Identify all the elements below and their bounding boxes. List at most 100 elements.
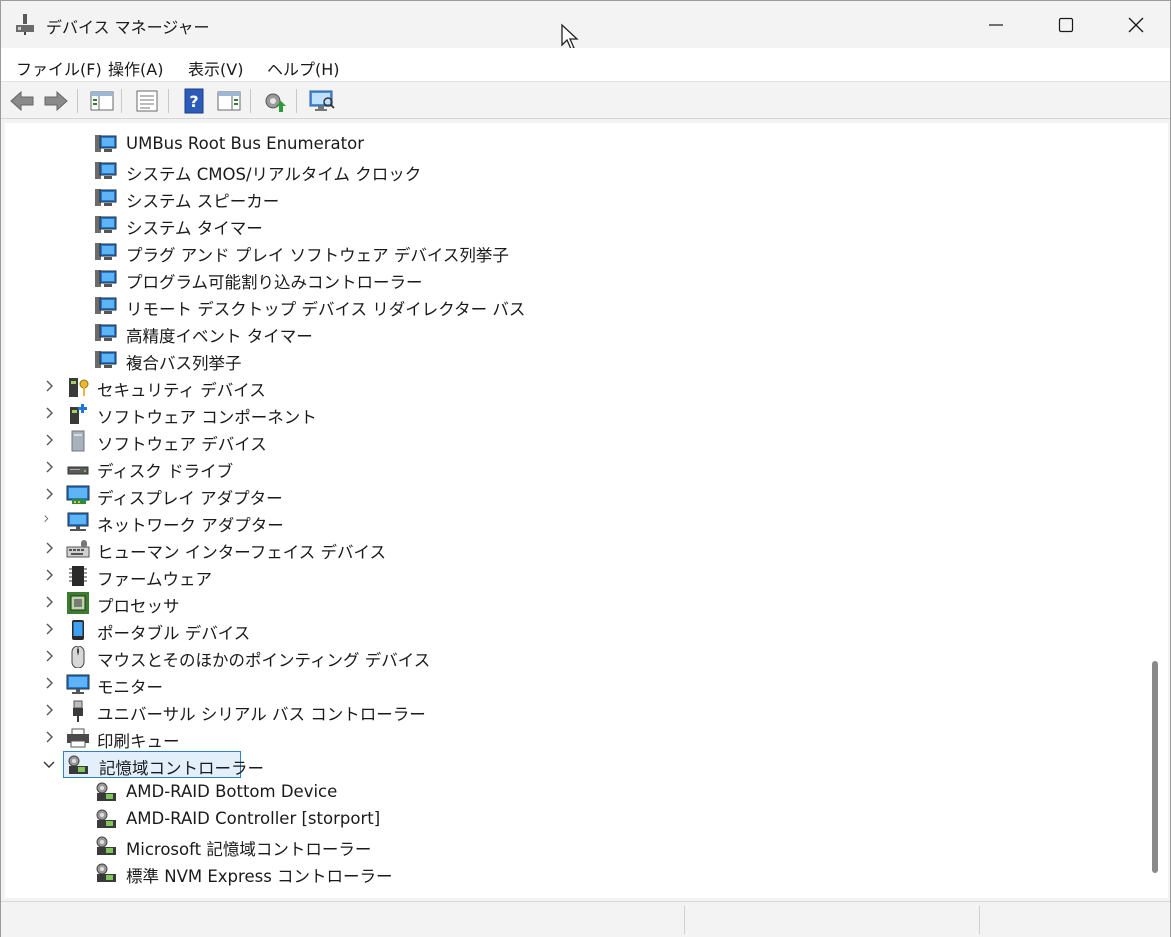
menu-bar: ファイル(F) 操作(A) 表示(V) ヘルプ(H) <box>1 48 1170 82</box>
tree-item[interactable]: システム スピーカー <box>5 184 1144 211</box>
chevron-right-icon[interactable] <box>42 379 56 393</box>
scan-hardware-button[interactable] <box>307 86 337 116</box>
tree-item[interactable]: プラグ アンド プレイ ソフトウェア デバイス列挙子 <box>5 238 1144 265</box>
tree-category-human-interface-devices[interactable]: ヒューマン インターフェイス デバイス <box>5 535 1144 562</box>
processor-icon <box>67 592 89 614</box>
chevron-right-icon[interactable] <box>42 568 56 582</box>
tree-item[interactable]: プログラム可能割り込みコントローラー <box>5 265 1144 292</box>
chevron-down-icon[interactable] <box>42 757 56 771</box>
scrollbar-thumb[interactable] <box>1152 661 1158 873</box>
chevron-right-icon[interactable] <box>42 487 56 501</box>
system-device-icon <box>95 270 117 287</box>
show-hide-console-tree-button[interactable] <box>87 86 117 116</box>
tree-item-label: ソフトウェア デバイス <box>97 435 267 454</box>
network-adapter-icon <box>67 512 89 531</box>
tree-category-security-devices[interactable]: セキュリティ デバイス <box>5 373 1144 400</box>
vertical-scrollbar[interactable] <box>1144 123 1168 898</box>
menu-action[interactable]: 操作(A) <box>108 56 163 80</box>
help-button[interactable]: ? <box>179 86 209 116</box>
tree-item-label: システム CMOS/リアルタイム クロック <box>126 165 422 184</box>
storage-controller-icon <box>96 836 116 855</box>
device-manager-icon <box>16 14 34 35</box>
scan-hardware-icon <box>309 90 335 111</box>
status-pane <box>979 906 1169 934</box>
update-driver-icon <box>265 93 286 112</box>
chevron-right-icon[interactable] <box>42 595 56 609</box>
tree-item-label: ヒューマン インターフェイス デバイス <box>97 543 387 562</box>
chevron-right-icon[interactable] <box>42 433 56 447</box>
toolbar-separator <box>121 89 122 113</box>
tree-item-label: AMD-RAID Controller [storport] <box>126 809 381 828</box>
forward-button[interactable] <box>41 86 71 116</box>
tree-item[interactable]: 複合バス列挙子 <box>5 346 1144 373</box>
action-pane-button[interactable] <box>214 86 244 116</box>
tree-item-label: モニター <box>97 678 163 697</box>
menu-file[interactable]: ファイル(F) <box>16 56 102 80</box>
tree-item[interactable]: 高精度イベント タイマー <box>5 319 1144 346</box>
close-button[interactable] <box>1101 1 1171 48</box>
tree-category-firmware[interactable]: ファームウェア <box>5 562 1144 589</box>
tree-item-label: 高精度イベント タイマー <box>126 327 313 346</box>
tree-category-software-components[interactable]: ソフトウェア コンポーネント <box>5 400 1144 427</box>
tree-item[interactable]: AMD-RAID Bottom Device <box>5 778 1144 805</box>
chevron-right-icon[interactable] <box>42 514 56 528</box>
tree-item[interactable]: システム CMOS/リアルタイム クロック <box>5 157 1144 184</box>
chevron-right-icon[interactable] <box>42 676 56 690</box>
tree-item-label: リモート デスクトップ デバイス リダイレクター バス <box>126 300 526 319</box>
tree-item-label: ディスク ドライブ <box>97 462 234 481</box>
tree-item[interactable]: リモート デスクトップ デバイス リダイレクター バス <box>5 292 1144 319</box>
chevron-right-icon[interactable] <box>42 541 56 555</box>
tree-category-print-queues[interactable]: 印刷キュー <box>5 724 1144 751</box>
tree-category-usb-controllers[interactable]: ユニバーサル シリアル バス コントローラー <box>5 697 1144 724</box>
tree-item[interactable]: AMD-RAID Controller [storport] <box>5 805 1144 832</box>
menu-help[interactable]: ヘルプ(H) <box>267 56 340 80</box>
tree-category-processors[interactable]: プロセッサ <box>5 589 1144 616</box>
tree-item[interactable]: Microsoft 記憶域コントローラー <box>5 832 1144 859</box>
chevron-right-icon[interactable] <box>42 703 56 717</box>
tree-item-label: ポータブル デバイス <box>97 624 251 643</box>
toolbar-separator <box>77 89 78 113</box>
firmware-icon <box>69 566 87 586</box>
maximize-button[interactable] <box>1031 1 1101 48</box>
system-device-icon <box>95 351 117 368</box>
chevron-right-icon[interactable] <box>42 460 56 474</box>
properties-button[interactable] <box>132 86 162 116</box>
tree-category-disk-drives[interactable]: ディスク ドライブ <box>5 454 1144 481</box>
tree-category-mice[interactable]: マウスとそのほかのポインティング デバイス <box>5 643 1144 670</box>
device-manager-window: デバイス マネージャー ファイル(F) 操作(A) 表示(V) ヘルプ(H) ?… <box>0 0 1171 937</box>
tree-item[interactable]: システム タイマー <box>5 211 1144 238</box>
tree-category-network-adapters[interactable]: ネットワーク アダプター <box>5 508 1144 535</box>
back-button[interactable] <box>7 86 37 116</box>
title-bar[interactable]: デバイス マネージャー <box>1 1 1171 50</box>
tree-category-portable-devices[interactable]: ポータブル デバイス <box>5 616 1144 643</box>
action-pane-icon <box>217 91 241 111</box>
tree-item-label: 印刷キュー <box>97 732 180 751</box>
storage-controller-icon <box>68 755 88 774</box>
toolbar: ? <box>1 82 1170 119</box>
tree-category-monitors[interactable]: モニター <box>5 670 1144 697</box>
chevron-right-icon[interactable] <box>42 730 56 744</box>
system-device-icon <box>95 135 117 152</box>
chevron-right-icon[interactable] <box>42 622 56 636</box>
status-bar <box>1 901 1170 937</box>
tree-item[interactable]: 標準 NVM Express コントローラー <box>5 859 1144 886</box>
show-hide-console-tree-icon <box>90 91 114 111</box>
chevron-right-icon[interactable] <box>42 649 56 663</box>
minimize-icon <box>989 23 1003 26</box>
chevron-right-icon[interactable] <box>42 406 56 420</box>
tree-item[interactable]: UMBus Root Bus Enumerator <box>5 130 1144 157</box>
tree-item-label: ネットワーク アダプター <box>97 516 284 535</box>
toolbar-separator <box>250 89 251 113</box>
forward-arrow-icon <box>44 90 68 112</box>
toolbar-separator <box>296 89 297 113</box>
tree-category-display-adapters[interactable]: ディスプレイ アダプター <box>5 481 1144 508</box>
update-driver-button[interactable] <box>260 86 290 116</box>
storage-controller-icon <box>96 782 116 801</box>
tree-category-storage-controllers[interactable]: 記憶域コントローラー <box>5 751 1144 778</box>
security-device-icon <box>69 378 89 397</box>
minimize-button[interactable] <box>961 1 1031 48</box>
tree-category-software-devices[interactable]: ソフトウェア デバイス <box>5 427 1144 454</box>
menu-view[interactable]: 表示(V) <box>188 56 243 80</box>
device-tree[interactable]: UMBus Root Bus Enumerator システム CMOS/リアルタ… <box>5 123 1144 898</box>
disk-drive-icon <box>67 466 89 475</box>
